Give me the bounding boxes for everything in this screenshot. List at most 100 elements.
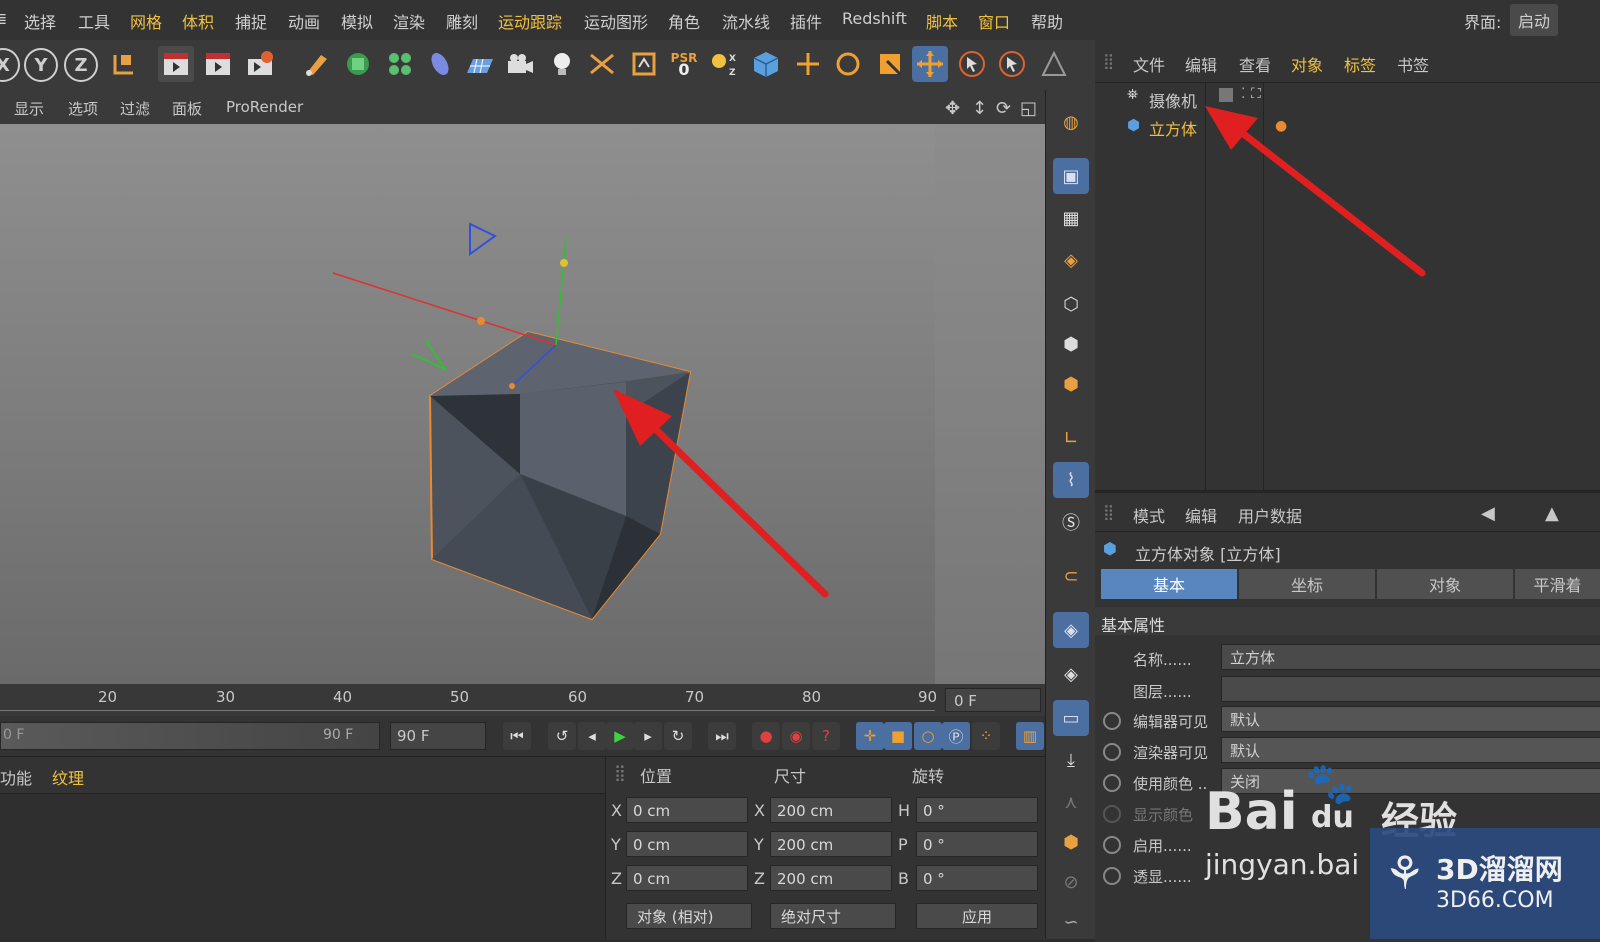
am-menu-edit[interactable]: 编辑 bbox=[1185, 503, 1217, 527]
animate-radio[interactable] bbox=[1103, 774, 1121, 792]
rotation-h-field[interactable]: 0 ° bbox=[916, 797, 1038, 823]
xyz-button[interactable]: XZ bbox=[706, 46, 742, 82]
cloner-button[interactable] bbox=[382, 46, 418, 82]
viewport-menu-panel[interactable]: 面板 bbox=[172, 98, 202, 119]
menu-item-animate[interactable]: 动画 bbox=[288, 9, 320, 33]
tab-object[interactable]: 对象 bbox=[1377, 569, 1514, 599]
rotate-tool-button[interactable] bbox=[830, 46, 866, 82]
viewport-rotate-icon[interactable]: ⟳ bbox=[996, 98, 1011, 119]
key-position-icon[interactable]: ✛ bbox=[856, 722, 884, 750]
pen-tool-button[interactable] bbox=[298, 46, 334, 82]
y-axis-lock-button[interactable]: Y bbox=[24, 48, 58, 82]
menu-item-pipeline[interactable]: 流水线 bbox=[722, 9, 770, 33]
menu-item-redshift[interactable]: Redshift bbox=[842, 9, 907, 28]
menu-item-mograph[interactable]: 运动图形 bbox=[584, 9, 648, 33]
position-y-field[interactable]: 0 cm bbox=[626, 831, 748, 857]
size-mode-dropdown[interactable]: 绝对尺寸 bbox=[770, 903, 896, 929]
deformer-button[interactable] bbox=[422, 46, 458, 82]
menu-item-help[interactable]: 帮助 bbox=[1031, 9, 1063, 33]
key-parameter-icon[interactable]: Ⓟ bbox=[942, 722, 970, 750]
animate-radio[interactable] bbox=[1103, 712, 1121, 730]
menu-item-partial[interactable]: ≣ bbox=[0, 9, 7, 28]
key-scale-icon[interactable]: ■ bbox=[884, 722, 912, 750]
menu-item-render[interactable]: 渲染 bbox=[393, 9, 425, 33]
polygon-pen-button[interactable] bbox=[1036, 46, 1072, 82]
x-axis-lock-button[interactable]: X bbox=[0, 48, 20, 82]
edges-mode-icon[interactable]: ⬢ bbox=[1053, 326, 1089, 362]
frame-range-slider[interactable]: 0 F 90 F bbox=[0, 722, 380, 750]
animate-radio[interactable] bbox=[1103, 805, 1121, 823]
download-icon[interactable]: ⤓ bbox=[1053, 742, 1089, 778]
menu-item-simulate[interactable]: 模拟 bbox=[341, 9, 373, 33]
menu-item-snap[interactable]: 捕捉 bbox=[235, 9, 267, 33]
python-icon[interactable]: ∽ bbox=[1053, 904, 1089, 940]
tab-phong[interactable]: 平滑着 bbox=[1515, 569, 1600, 599]
animate-radio[interactable] bbox=[1103, 743, 1121, 761]
menu-item-character[interactable]: 角色 bbox=[668, 9, 700, 33]
timeline-ruler[interactable]: 20 30 40 50 60 70 80 90 0 F bbox=[0, 684, 1045, 716]
layout-dropdown[interactable]: 启动 bbox=[1510, 4, 1559, 36]
position-z-field[interactable]: 0 cm bbox=[626, 865, 748, 891]
key-pla-icon[interactable]: ⁘ bbox=[972, 722, 1000, 750]
editor-visible-dropdown[interactable]: 默认 bbox=[1221, 706, 1600, 732]
menu-item-tools[interactable]: 工具 bbox=[78, 9, 110, 33]
effector-button[interactable] bbox=[584, 46, 620, 82]
model-mode-icon[interactable]: ▣ bbox=[1053, 158, 1089, 194]
name-field[interactable]: 立方体 bbox=[1221, 644, 1600, 670]
go-to-start-icon[interactable]: ⏮ bbox=[503, 722, 531, 750]
step-forward-icon[interactable]: ▸ bbox=[634, 722, 662, 750]
step-back-icon[interactable]: ◂ bbox=[578, 722, 606, 750]
viewport-zoom-icon[interactable]: ↕ bbox=[972, 98, 987, 119]
viewport-maximize-icon[interactable]: ◱ bbox=[1020, 98, 1037, 119]
z-axis-lock-button[interactable]: Z bbox=[64, 48, 98, 82]
render-view-button[interactable] bbox=[158, 46, 194, 82]
psr-display[interactable]: PSR 0 bbox=[666, 46, 702, 82]
menu-item-motion-tracking[interactable]: 运动跟踪 bbox=[498, 9, 562, 33]
menu-item-mesh[interactable]: 网格 bbox=[130, 9, 162, 33]
viewport-solo-icon[interactable]: ◍ bbox=[1053, 104, 1089, 140]
coord-mode-dropdown[interactable]: 对象 (相对) bbox=[626, 903, 752, 929]
key-rotation-icon[interactable]: ○ bbox=[914, 722, 942, 750]
size-x-field[interactable]: 200 cm bbox=[770, 797, 892, 823]
size-z-field[interactable]: 200 cm bbox=[770, 865, 892, 891]
render-picture-viewer-button[interactable] bbox=[200, 46, 236, 82]
coordinate-system-button[interactable] bbox=[106, 46, 142, 82]
workplane-icon[interactable]: ◈ bbox=[1053, 242, 1089, 278]
auto-key-icon[interactable]: ◉ bbox=[782, 722, 810, 750]
viewport-menu-filter[interactable]: 过滤 bbox=[120, 98, 150, 119]
timeline-layout-icon[interactable]: ▥ bbox=[1016, 722, 1044, 750]
apply-button[interactable]: 应用 bbox=[916, 903, 1038, 929]
move-tool-button[interactable] bbox=[912, 46, 948, 82]
viewport-pan-icon[interactable]: ✥ bbox=[945, 98, 960, 119]
scale-tool-button[interactable] bbox=[872, 46, 908, 82]
snap-icon[interactable]: ⊂ bbox=[1053, 558, 1089, 594]
texture-mode-icon[interactable]: ▦ bbox=[1053, 200, 1089, 236]
animate-radio[interactable] bbox=[1103, 836, 1121, 854]
tab-basic[interactable]: 基本 bbox=[1101, 569, 1238, 599]
cube-primitive-button[interactable] bbox=[748, 46, 784, 82]
play-icon[interactable]: ▶ bbox=[606, 722, 634, 750]
size-y-field[interactable]: 200 cm bbox=[770, 831, 892, 857]
figure-icon[interactable]: ⋏ bbox=[1053, 784, 1089, 820]
lock-workplane-icon[interactable]: ◈ bbox=[1053, 612, 1089, 648]
viewport-menu-display[interactable]: 显示 bbox=[14, 98, 44, 119]
repeat-icon[interactable]: ↻ bbox=[664, 722, 692, 750]
camera-button[interactable] bbox=[502, 46, 538, 82]
menu-item-select[interactable]: 选择 bbox=[24, 9, 56, 33]
current-frame-field[interactable]: 0 F bbox=[945, 688, 1041, 712]
material-menu-texture[interactable]: 纹理 bbox=[52, 765, 84, 789]
live-selection-button[interactable] bbox=[954, 46, 990, 82]
animate-radio[interactable] bbox=[1103, 867, 1121, 885]
end-frame-field[interactable]: 90 F bbox=[390, 722, 486, 750]
add-button[interactable] bbox=[790, 46, 826, 82]
go-to-end-icon[interactable]: ⏭ bbox=[708, 722, 736, 750]
loop-icon[interactable]: ↺ bbox=[548, 722, 576, 750]
tweak-mode-icon[interactable]: ⌇ bbox=[1053, 462, 1089, 498]
am-menu-userdata[interactable]: 用户数据 bbox=[1238, 503, 1302, 527]
menu-item-sculpt[interactable]: 雕刻 bbox=[446, 9, 478, 33]
viewport-menu-options[interactable]: 选项 bbox=[68, 98, 98, 119]
am-menu-mode[interactable]: 模式 bbox=[1133, 503, 1165, 527]
axis-mode-icon[interactable]: ∟ bbox=[1053, 420, 1089, 456]
menu-item-plugins[interactable]: 插件 bbox=[790, 9, 822, 33]
planar-workplane-icon[interactable]: ◈ bbox=[1053, 656, 1089, 692]
